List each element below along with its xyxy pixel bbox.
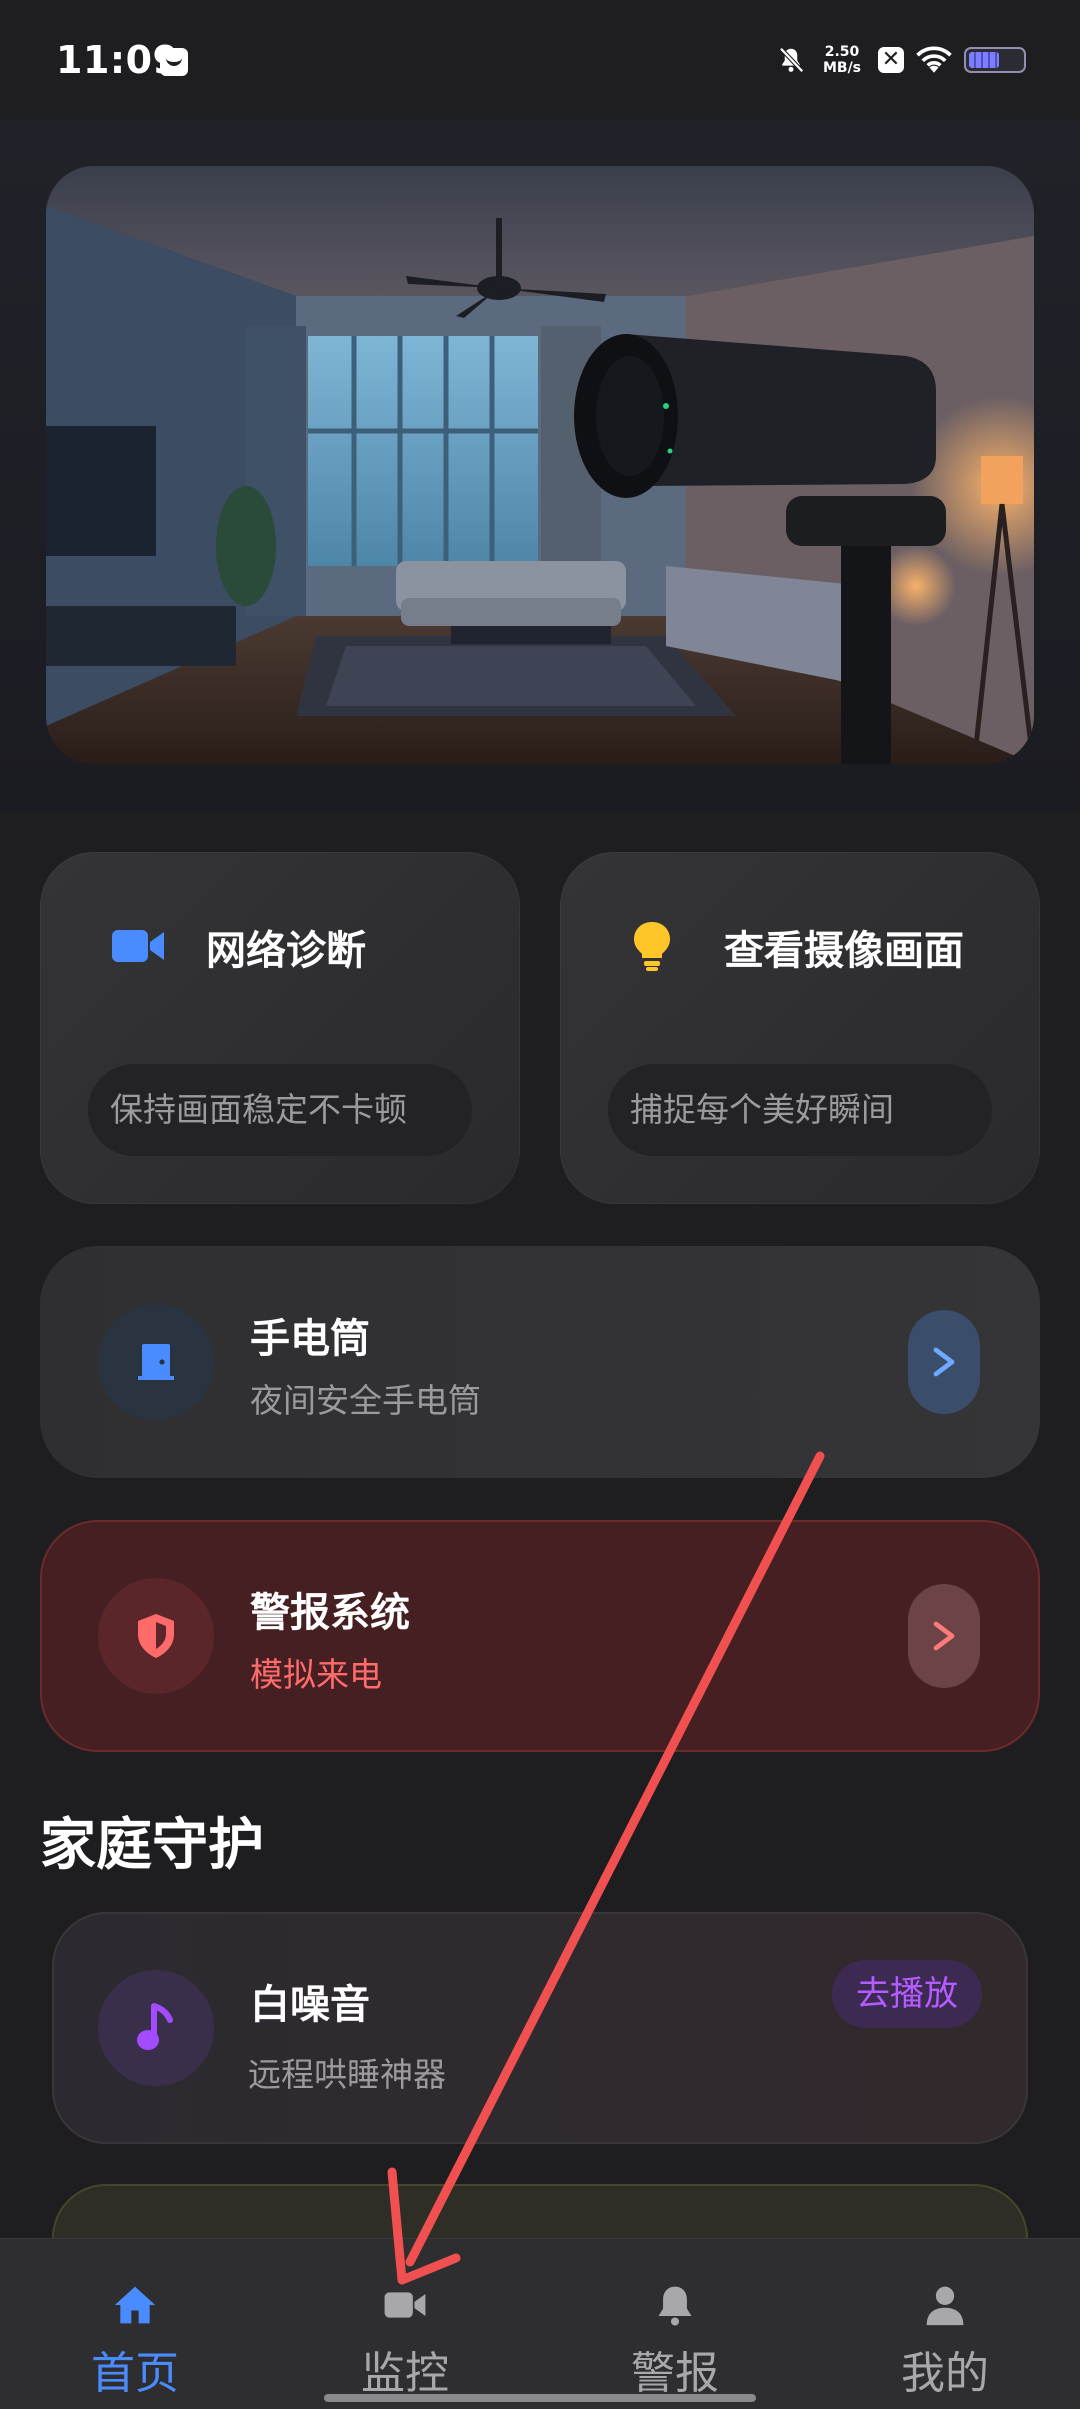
wifi-icon [916, 46, 952, 73]
section-title: 家庭守护 [40, 1813, 264, 1878]
bell-mute-icon [779, 47, 804, 73]
network-speed-value: 2.50 [824, 44, 860, 60]
bottom-navigation: 首页 监控 警报 我的 [0, 2238, 1080, 2409]
battery-icon [964, 47, 1026, 73]
x-app-icon: ✕ [878, 47, 904, 73]
flashlight-card[interactable]: 手电筒 夜间安全手电筒 [40, 1246, 1040, 1478]
nav-label-alarm: 警报 [631, 2348, 719, 2399]
nav-label-home: 首页 [91, 2348, 179, 2399]
nav-label-monitor: 监控 [361, 2348, 449, 2399]
door-icon [138, 1344, 174, 1380]
flashlight-title: 手电筒 [250, 1316, 370, 1362]
white-noise-subtitle: 远程哄睡神器 [248, 2055, 446, 2094]
card-subtitle-pill: 保持画面稳定不卡顿 [88, 1064, 472, 1156]
hero-image[interactable] [46, 166, 1034, 764]
view-camera-card[interactable]: 查看摄像画面 捕捉每个美好瞬间 [560, 852, 1040, 1204]
nav-item-alarm[interactable]: 警报 [540, 2239, 810, 2409]
status-bar: 11:09 2.50 MB/s ✕ [0, 0, 1080, 120]
white-noise-title: 白噪音 [250, 1982, 370, 2028]
alarm-icon-circle [98, 1578, 214, 1694]
network-speed-unit: MB/s [822, 60, 862, 76]
chevron-right-icon [933, 1347, 955, 1377]
shield-icon [138, 1614, 174, 1658]
video-camera-icon [384, 2292, 426, 2318]
video-camera-icon [112, 930, 164, 962]
card-title: 网络诊断 [206, 928, 366, 974]
nav-item-profile[interactable]: 我的 [810, 2239, 1080, 2409]
chevron-right-icon [933, 1621, 955, 1651]
card-subtitle-pill: 捕捉每个美好瞬间 [608, 1064, 992, 1156]
message-notification-icon [160, 48, 188, 76]
bell-icon [658, 2286, 692, 2326]
flashlight-subtitle: 夜间安全手电筒 [250, 1381, 481, 1420]
nav-label-profile: 我的 [901, 2348, 989, 2399]
alarm-title: 警报系统 [250, 1590, 410, 1636]
battery-level [969, 52, 999, 68]
flashlight-open-button[interactable] [908, 1310, 980, 1414]
card-title: 查看摄像画面 [724, 928, 964, 974]
alarm-system-card[interactable]: 警报系统 模拟来电 [40, 1520, 1040, 1752]
living-room-camera-illustration [46, 166, 1034, 764]
flashlight-icon-circle [98, 1304, 214, 1420]
lightbulb-icon [634, 922, 670, 971]
play-button[interactable]: 去播放 [832, 1960, 982, 2028]
white-noise-card[interactable]: 白噪音 远程哄睡神器 去播放 [52, 1912, 1028, 2144]
nav-item-monitor[interactable]: 监控 [270, 2239, 540, 2409]
status-indicators: 2.50 MB/s ✕ [776, 40, 1026, 80]
network-diagnosis-card[interactable]: 网络诊断 保持画面稳定不卡顿 [40, 852, 520, 1204]
home-indicator[interactable] [324, 2394, 756, 2402]
alarm-subtitle: 模拟来电 [250, 1655, 382, 1694]
home-icon [114, 2286, 156, 2324]
white-noise-icon-circle [98, 1970, 214, 2086]
nav-item-home[interactable]: 首页 [0, 2239, 270, 2409]
music-note-icon [137, 2003, 173, 2050]
person-icon [926, 2286, 964, 2326]
alarm-open-button[interactable] [908, 1584, 980, 1688]
network-speed: 2.50 MB/s [818, 44, 866, 76]
